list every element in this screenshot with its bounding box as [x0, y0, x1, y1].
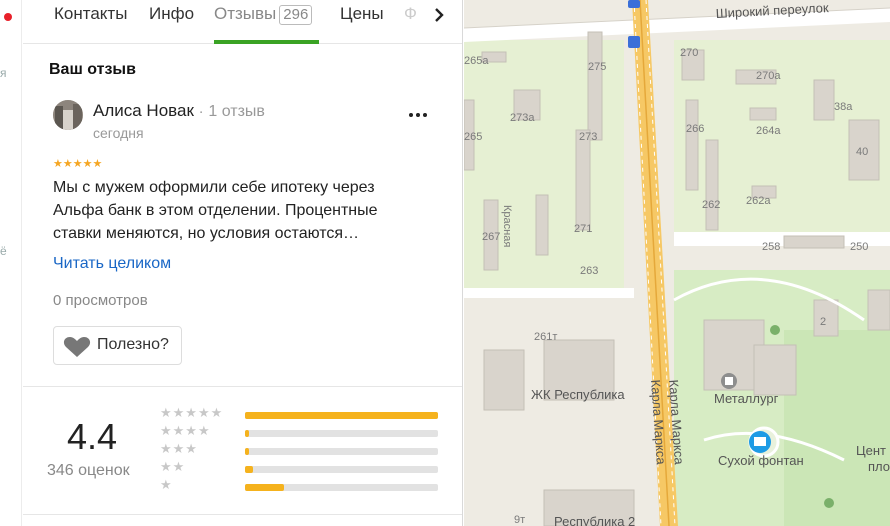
house-number: 273а: [510, 112, 535, 124]
house-number: 40: [856, 146, 868, 158]
histogram-bar-fill: [245, 412, 438, 419]
chevron-right-icon: [435, 8, 444, 22]
histogram-bar-track: [245, 412, 438, 419]
house-number: 38а: [834, 101, 853, 113]
useful-label: Полезно?: [97, 336, 169, 353]
poi-label[interactable]: Цент: [856, 443, 886, 458]
tab-label: Ф: [404, 4, 417, 23]
more-dots-icon: [409, 113, 427, 117]
ratings-total: 346 оценок: [47, 462, 130, 479]
poi-label[interactable]: пло: [868, 459, 890, 474]
house-number: 9т: [514, 514, 525, 526]
views-count: 0 просмотров: [53, 292, 148, 309]
histogram-bar-track: [245, 430, 438, 437]
histogram-stars: ★: [160, 477, 173, 492]
histogram-bar-track: [245, 484, 438, 491]
histogram-row: ★: [160, 477, 450, 495]
histogram-bar-fill: [245, 448, 249, 455]
house-number: 270а: [756, 70, 781, 82]
tab-label: Отзывы: [214, 4, 277, 23]
house-number: 250: [850, 241, 868, 253]
divider: [23, 514, 462, 515]
museum-marker-icon[interactable]: [721, 373, 737, 389]
divider: [23, 386, 462, 387]
house-number: 275: [588, 61, 606, 73]
tab-prices[interactable]: Цены: [340, 4, 384, 24]
section-title: Ваш отзыв: [49, 61, 136, 78]
tab-bar: Контакты Инфо Отзывы 296 Цены Ф: [23, 0, 462, 44]
histogram-bar-fill: [245, 430, 249, 437]
poi-label[interactable]: Республика 2: [554, 514, 635, 526]
street-label-side: Красная: [501, 205, 513, 247]
house-number: 265а: [464, 55, 489, 67]
notification-dot: [4, 13, 12, 21]
house-number: 271: [574, 223, 592, 235]
house-number: 273: [579, 131, 597, 143]
heart-icon: [63, 337, 91, 357]
poi-label[interactable]: ЖК Республика: [531, 387, 625, 402]
tab-label: Контакты: [54, 4, 128, 23]
histogram-row: ★★★★★: [160, 405, 450, 423]
left-sidebar: я ё: [0, 0, 22, 526]
poi-label[interactable]: Сухой фонтан: [718, 453, 804, 468]
useful-button[interactable]: Полезно?: [53, 326, 182, 365]
sidebar-fragment: ё: [0, 244, 7, 258]
histogram-row: ★★: [160, 459, 450, 477]
sidebar-fragment: я: [0, 66, 7, 80]
house-number: 265: [464, 131, 482, 143]
histogram-stars: ★★: [160, 459, 186, 474]
house-number: 262а: [746, 195, 771, 207]
reviews-count-badge: 296: [279, 5, 313, 25]
house-number: 267: [482, 231, 500, 243]
tab-label: Инфо: [149, 4, 195, 23]
fountain-marker-icon[interactable]: [749, 431, 771, 453]
author-review-count: 1 отзыв: [208, 103, 265, 120]
histogram-stars: ★★★: [160, 441, 198, 456]
house-number: 2: [820, 316, 826, 328]
house-number: 262: [702, 199, 720, 211]
histogram-row: ★★★★: [160, 423, 450, 441]
review-rating-stars: ★★★★★: [53, 158, 103, 170]
house-number: 261т: [534, 331, 557, 343]
tab-label: Цены: [340, 4, 384, 23]
avatar-image: [53, 100, 83, 130]
review-date: сегодня: [93, 125, 144, 141]
review-text: Мы с мужем оформили себе ипотеку через А…: [53, 179, 378, 242]
tab-contacts[interactable]: Контакты: [54, 4, 127, 24]
average-rating: 4.4: [67, 416, 118, 457]
histogram-bar-fill: [245, 466, 253, 473]
histogram-bar-track: [245, 448, 438, 455]
separator: ·: [198, 103, 204, 120]
review-author-line: Алиса Новак · 1 отзыв: [93, 101, 265, 121]
house-number: 264а: [756, 125, 781, 137]
histogram-bar-track: [245, 466, 438, 473]
house-number: 258: [762, 241, 780, 253]
histogram-stars: ★★★★: [160, 423, 211, 438]
histogram-row: ★★★: [160, 441, 450, 459]
business-card-panel: Контакты Инфо Отзывы 296 Цены Ф Ваш отзыв…: [23, 0, 463, 526]
tabs-scroll-right-button[interactable]: [428, 4, 450, 26]
map-canvas[interactable]: Широкий переулок Карла Маркса Карла Марк…: [464, 0, 890, 526]
active-tab-indicator: [214, 40, 319, 44]
histogram-stars: ★★★★★: [160, 405, 224, 420]
avatar[interactable]: [53, 100, 83, 130]
tab-photos[interactable]: Ф: [404, 4, 417, 24]
more-options-button[interactable]: [405, 106, 431, 124]
house-number: 263: [580, 265, 598, 277]
house-number: 266: [686, 123, 704, 135]
histogram-bar-fill: [245, 484, 284, 491]
author-name[interactable]: Алиса Новак: [93, 101, 194, 120]
poi-label[interactable]: Металлург: [714, 391, 779, 406]
map-view[interactable]: Широкий переулок Карла Маркса Карла Марк…: [464, 0, 890, 526]
tab-info[interactable]: Инфо: [149, 4, 194, 24]
tab-reviews[interactable]: Отзывы 296: [214, 4, 313, 25]
read-more-link[interactable]: Читать целиком: [53, 255, 171, 273]
house-number: 270: [680, 47, 698, 59]
